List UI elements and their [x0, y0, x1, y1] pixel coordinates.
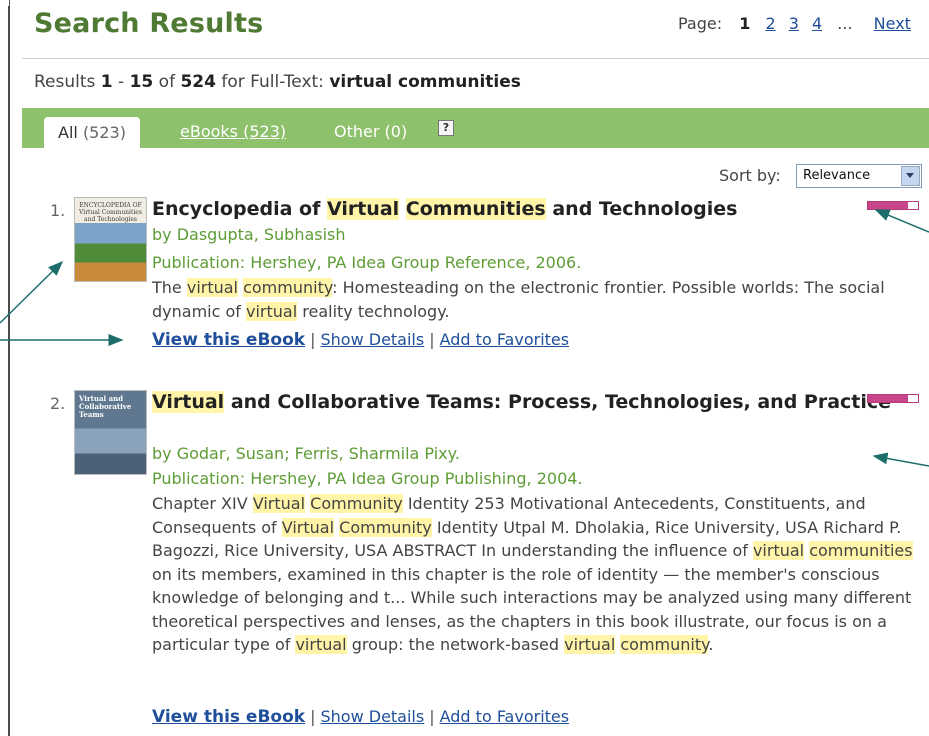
snippet-highlight: virtual	[186, 278, 238, 297]
separator: |	[429, 707, 435, 726]
result-number: 2.	[50, 394, 66, 413]
result-title[interactable]: Virtual and Collaborative Teams: Process…	[152, 391, 891, 413]
summary-query: virtual communities	[329, 72, 521, 92]
result-publication: Publication: Hershey, PA Idea Group Publ…	[152, 469, 583, 488]
separator: |	[310, 707, 316, 726]
result-number: 1.	[50, 201, 66, 220]
tab-other[interactable]: Other (0)	[334, 122, 407, 141]
summary-for-label: for Full-Text:	[221, 72, 324, 92]
title-text: Encyclopedia of	[152, 198, 327, 220]
title-highlight: Communities	[405, 198, 546, 220]
snippet-highlight: virtual	[752, 541, 805, 560]
sort-selected-value: Relevance	[803, 168, 871, 183]
snippet-text: The	[152, 278, 187, 297]
pager-next-link[interactable]: Next	[874, 14, 911, 33]
filter-tab-bar: All (523) eBooks (523) Other (0) ?	[22, 108, 929, 148]
snippet-highlight: virtual	[295, 635, 347, 654]
title-highlight: Virtual	[152, 391, 225, 413]
show-details-link[interactable]: Show Details	[320, 330, 424, 349]
snippet-highlight: Community	[310, 494, 403, 513]
summary-total: 524	[180, 72, 216, 92]
show-details-link[interactable]: Show Details	[320, 707, 424, 726]
result-snippet: The virtual community: Homesteading on t…	[152, 276, 922, 323]
pager: Page: 1 2 3 4 ... Next	[678, 14, 915, 33]
summary-of: of	[158, 72, 176, 92]
tab-all-count: (523)	[82, 123, 126, 142]
pager-page-3[interactable]: 3	[789, 14, 799, 33]
separator: |	[429, 330, 435, 349]
summary-dash: -	[118, 72, 125, 92]
snippet-text: reality technology.	[297, 301, 450, 321]
pager-page-2[interactable]: 2	[765, 14, 775, 33]
relevance-fill	[868, 202, 908, 209]
view-ebook-link[interactable]: View this eBook	[152, 330, 305, 350]
add-to-favorites-link[interactable]: Add to Favorites	[440, 707, 569, 726]
pager-ellipsis: ...	[837, 14, 853, 33]
result-snippet: Chapter XIV Virtual Community Identity 2…	[152, 492, 922, 657]
snippet-highlight: Virtual	[281, 517, 335, 537]
book-cover-title: Virtual and Collaborative Teams	[79, 394, 132, 419]
snippet-highlight: Virtual	[252, 494, 306, 513]
result-title[interactable]: Encyclopedia of Virtual Communities and …	[152, 198, 737, 220]
summary-from: 1	[100, 72, 113, 92]
result-author: by Dasgupta, Subhasish	[152, 225, 346, 244]
snippet-highlight: communities	[809, 541, 913, 560]
snippet-text: group: the network-based	[346, 635, 565, 654]
help-icon[interactable]: ?	[438, 120, 454, 136]
snippet-text: .	[708, 635, 714, 654]
header-divider	[22, 58, 929, 59]
add-to-favorites-link[interactable]: Add to Favorites	[440, 330, 569, 349]
relevance-bar	[867, 201, 919, 210]
result-publication: Publication: Hershey, PA Idea Group Refe…	[152, 253, 582, 272]
title-highlight: Virtual	[326, 198, 400, 220]
snippet-text: Chapter XIV	[152, 494, 253, 513]
summary-prefix: Results	[34, 72, 96, 92]
frame-border	[8, 0, 10, 736]
pager-page-4[interactable]: 4	[812, 14, 822, 33]
relevance-bar	[867, 394, 919, 403]
result-actions: View this eBook | Show Details | Add to Favo…	[152, 707, 569, 727]
summary-to: 15	[129, 72, 154, 92]
book-cover-thumbnail[interactable]: ENCYCLOPEDIA OF Virtual Communities and …	[74, 197, 147, 282]
snippet-highlight: community	[620, 635, 709, 654]
pager-label: Page:	[678, 14, 723, 33]
title-text	[399, 198, 406, 220]
results-summary: Results 1 - 15 of 524 for Full-Text: vir…	[34, 72, 521, 92]
book-cover-title: ENCYCLOPEDIA OF Virtual Communities and …	[79, 202, 142, 223]
tab-all-label: All	[58, 123, 78, 142]
separator: |	[310, 330, 316, 349]
snippet-highlight: community	[243, 278, 333, 297]
book-cover-thumbnail[interactable]: Virtual and Collaborative Teams	[74, 390, 147, 475]
snippet-highlight: virtual	[246, 301, 298, 321]
view-ebook-link[interactable]: View this eBook	[152, 707, 305, 727]
search-results-page: Search Results Page: 1 2 3 4 ... Next Re…	[12, 0, 929, 736]
frame-corner	[0, 0, 10, 6]
sort-select[interactable]: Relevance	[796, 164, 922, 188]
title-text: and Collaborative Teams: Process, Techno…	[224, 391, 892, 413]
result-author: by Godar, Susan; Ferris, Sharmila Pixy.	[152, 444, 460, 463]
snippet-highlight: virtual	[564, 635, 616, 654]
tab-all[interactable]: All (523)	[44, 117, 140, 148]
pager-current-page: 1	[739, 14, 751, 33]
relevance-fill	[868, 395, 908, 402]
snippet-highlight: Community	[339, 517, 432, 537]
tab-ebooks[interactable]: eBooks (523)	[180, 122, 286, 141]
page-title: Search Results	[34, 8, 264, 39]
result-actions: View this eBook | Show Details | Add to Favo…	[152, 330, 569, 350]
chevron-down-icon[interactable]	[901, 166, 920, 186]
title-text: and Technologies	[545, 198, 738, 220]
sort-label: Sort by:	[719, 166, 781, 185]
